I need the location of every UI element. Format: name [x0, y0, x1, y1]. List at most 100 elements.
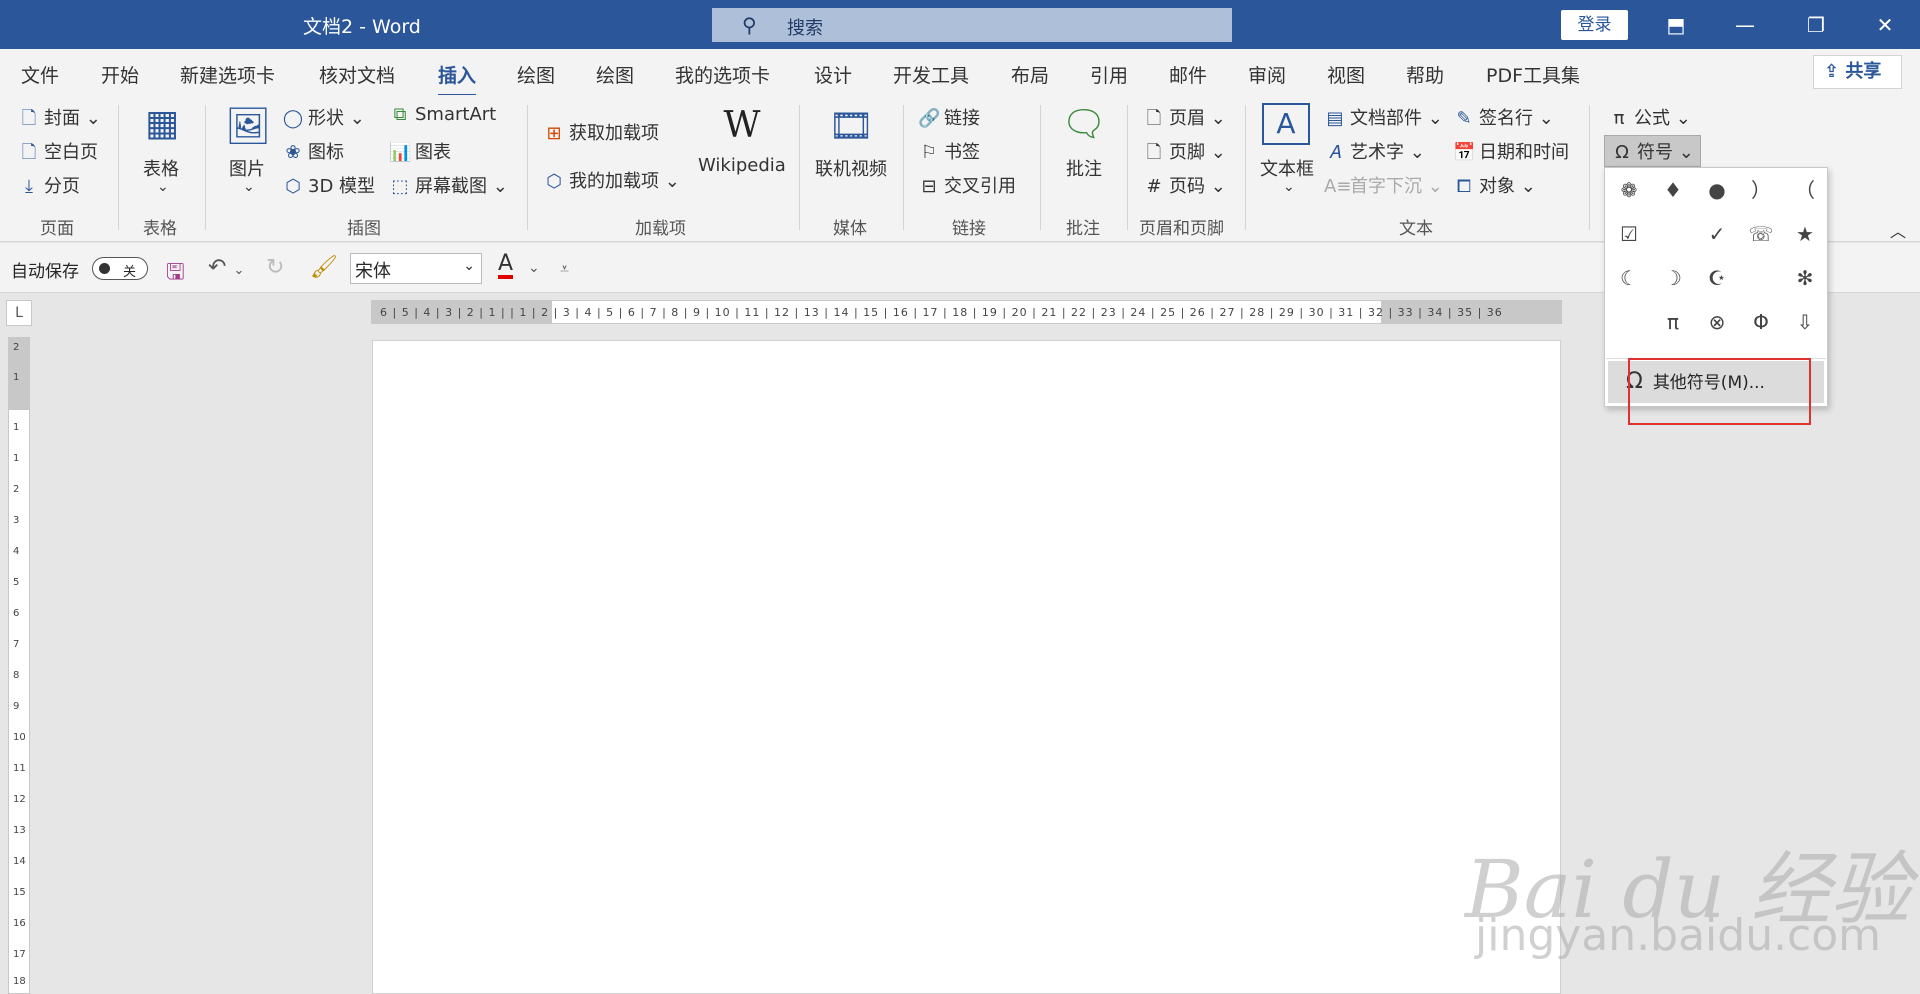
tab-developer[interactable]: 开发工具 [893, 61, 969, 88]
date-time-button[interactable]: 📅 日期和时间 [1453, 138, 1569, 164]
tab-file[interactable]: 文件 [21, 61, 59, 88]
get-addins-button[interactable]: ⊞ 获取加载项 [543, 119, 659, 145]
smartart-icon: ⧉ [393, 104, 407, 125]
blank-page-button[interactable]: 🗋 空白页 [18, 138, 98, 170]
symbol-cell[interactable]: ✓ [1697, 214, 1737, 254]
ruler-mark: 7 [13, 639, 20, 650]
symbol-cell[interactable] [1741, 258, 1781, 298]
drop-cap-button[interactable]: A≡首字下沉 ⌄ [1324, 172, 1443, 198]
symbol-cell[interactable]: ☏ [1741, 214, 1781, 254]
font-select[interactable]: 宋体 ⌄ [350, 253, 482, 284]
symbol-cell[interactable]: ☑ [1609, 214, 1649, 254]
chart-button[interactable]: 📊 图表 [389, 138, 451, 164]
tab-view[interactable]: 视图 [1327, 61, 1365, 88]
ribbon-display-icon[interactable]: ⬒ [1661, 10, 1691, 40]
link-button[interactable]: 🔗 链接 [918, 104, 980, 130]
search-box[interactable]: ⚲ 搜索 [712, 8, 1232, 42]
redo-icon[interactable]: ↻ [266, 255, 284, 280]
object-button[interactable]: ⧠ 对象 ⌄ [1453, 172, 1536, 198]
pictures-button[interactable]: 图片 [229, 155, 265, 181]
tab-layout[interactable]: 布局 [1011, 61, 1049, 88]
chevron-down-icon[interactable]: ⌄ [528, 260, 540, 276]
tab-draw[interactable]: 绘图 [517, 61, 555, 88]
symbol-cell[interactable]: ✻ [1785, 258, 1825, 298]
customize-qat-icon[interactable]: ⩡ [560, 259, 569, 279]
tab-mailings[interactable]: 邮件 [1169, 61, 1207, 88]
symbol-cell[interactable]: ★ [1785, 214, 1825, 254]
close-icon[interactable]: ✕ [1870, 10, 1900, 40]
comment-button[interactable]: 批注 [1066, 155, 1102, 181]
shapes-button[interactable]: ◯ 形状 ⌄ [282, 104, 365, 130]
symbol-cell[interactable]: ♦ [1653, 170, 1693, 210]
symbol-cell[interactable] [1609, 302, 1649, 342]
font-color-icon[interactable]: A [498, 253, 514, 279]
collapse-ribbon-icon[interactable]: ︿ [1890, 218, 1906, 242]
3d-model-button[interactable]: ⬡ 3D 模型 [282, 172, 375, 198]
document-page[interactable] [372, 340, 1561, 994]
symbol-cell[interactable]: ） [1741, 170, 1781, 210]
chevron-down-icon[interactable]: ⌄ [243, 179, 255, 195]
wordart-button[interactable]: 𝐴 艺术字 ⌄ [1324, 138, 1425, 164]
icons-button[interactable]: ❀ 图标 [282, 138, 344, 164]
header-button[interactable]: 🗋 页眉 ⌄ [1143, 104, 1226, 136]
symbol-button[interactable]: Ω 符号 ⌄ [1604, 135, 1701, 167]
minimize-icon[interactable]: — [1730, 10, 1760, 40]
cross-reference-button[interactable]: ⊟ 交叉引用 [918, 172, 1016, 198]
page-break-button[interactable]: ⤓ 分页 [18, 172, 80, 198]
bookmark-button[interactable]: ⚐ 书签 [918, 138, 980, 164]
tab-review-doc[interactable]: 核对文档 [319, 61, 395, 88]
ruler-mark: 5 [13, 577, 20, 588]
icons-icon: ❀ [285, 142, 301, 163]
tab-design[interactable]: 设计 [814, 61, 852, 88]
symbol-cell[interactable]: ☾ [1609, 258, 1649, 298]
tab-insert[interactable]: 插入 [438, 61, 477, 97]
quick-parts-button[interactable]: ▤ 文档部件 ⌄ [1324, 104, 1442, 130]
login-button[interactable]: 登录 [1561, 10, 1628, 40]
footer-button[interactable]: 🗋 页脚 ⌄ [1143, 138, 1226, 170]
save-icon[interactable]: 🖫 [166, 255, 185, 293]
my-addins-button[interactable]: ⬡ 我的加载项 ⌄ [543, 167, 680, 193]
symbol-cell[interactable]: （ [1785, 170, 1825, 210]
smartart-button[interactable]: ⧉ SmartArt [389, 104, 497, 125]
vertical-ruler[interactable]: 2 1 1 1 2 3 4 5 6 7 8 9 10 11 12 13 14 1… [8, 337, 30, 994]
symbol-cell[interactable]: ⊗ [1697, 302, 1737, 342]
cover-page-button[interactable]: 🗋 封面 ⌄ [18, 104, 101, 136]
separator [527, 105, 528, 230]
tab-help[interactable]: 帮助 [1406, 61, 1444, 88]
footer-icon: 🗋 [1146, 142, 1162, 163]
share-button[interactable]: ⇪ 共享 [1813, 55, 1902, 89]
format-painter-icon[interactable]: 🖌 [310, 255, 338, 280]
symbol-cell[interactable]: ☽ [1653, 258, 1693, 298]
text-box-button[interactable]: 文本框 [1260, 155, 1314, 181]
tab-new[interactable]: 新建选项卡 [180, 61, 275, 88]
tab-selector[interactable]: L [6, 300, 32, 326]
symbol-cell[interactable]: π [1653, 302, 1693, 342]
online-video-button[interactable]: 联机视频 [815, 155, 887, 181]
equation-button[interactable]: π 公式 ⌄ [1608, 104, 1691, 130]
tab-my-tab[interactable]: 我的选项卡 [675, 61, 770, 88]
table-button[interactable]: 表格 [143, 155, 179, 181]
tab-review[interactable]: 审阅 [1248, 61, 1286, 88]
symbol-cell[interactable]: ❁ [1609, 170, 1649, 210]
signature-line-button[interactable]: ✎ 签名行 ⌄ [1453, 104, 1553, 130]
page-number-button[interactable]: # 页码 ⌄ [1143, 172, 1225, 198]
screenshot-button[interactable]: ⬚ 屏幕截图 ⌄ [389, 172, 507, 198]
wikipedia-button[interactable]: Wikipedia [698, 155, 786, 176]
symbol-cell[interactable]: ☪ [1697, 258, 1737, 298]
tab-home[interactable]: 开始 [101, 61, 139, 88]
symbol-cell[interactable]: ● [1697, 170, 1737, 210]
horizontal-ruler[interactable]: 6 | 5 | 4 | 3 | 2 | 1 | | 1 | 2 | 3 | 4 … [371, 300, 1562, 324]
restore-icon[interactable]: ❐ [1801, 10, 1831, 40]
symbol-cell[interactable] [1653, 214, 1693, 254]
symbol-cell[interactable]: Φ [1741, 302, 1781, 342]
undo-icon[interactable]: ↶ ⌄ [208, 255, 244, 280]
tab-draw-2[interactable]: 绘图 [596, 61, 634, 88]
chevron-down-icon[interactable]: ⌄ [1283, 179, 1295, 195]
autosave-toggle[interactable]: 关 [92, 257, 148, 280]
symbol-cell[interactable]: ⇩ [1785, 302, 1825, 342]
tab-pdf-tools[interactable]: PDF工具集 [1486, 61, 1580, 88]
group-label-links: 链接 [952, 219, 986, 239]
tab-references[interactable]: 引用 [1090, 61, 1128, 88]
page-number-icon: # [1146, 176, 1162, 197]
chevron-down-icon[interactable]: ⌄ [157, 179, 169, 195]
